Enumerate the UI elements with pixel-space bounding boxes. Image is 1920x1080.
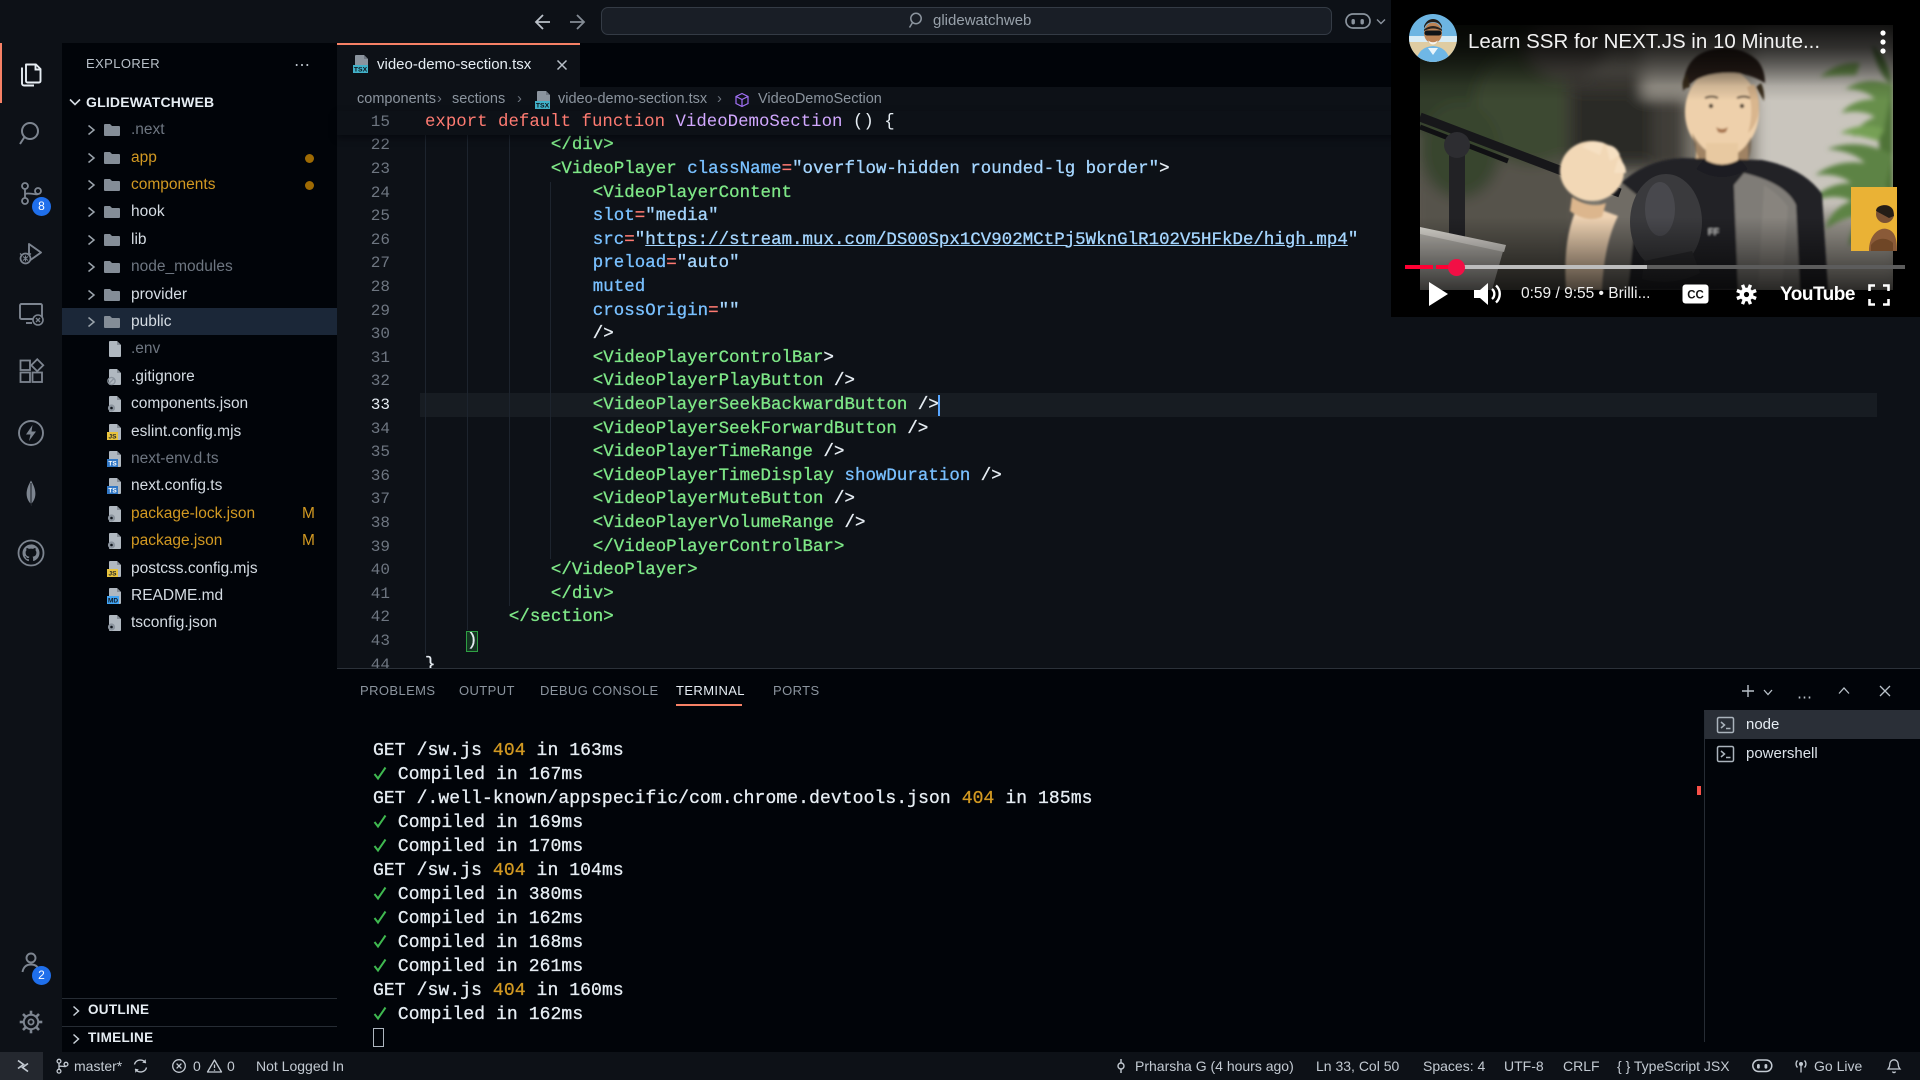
svg-text:TSX: TSX bbox=[536, 103, 550, 110]
svg-text:TS: TS bbox=[108, 461, 117, 468]
svg-text:MD: MD bbox=[108, 598, 118, 605]
svg-text:JS: JS bbox=[109, 570, 118, 577]
svg-text:JS: JS bbox=[109, 433, 118, 440]
svg-text:TSX: TSX bbox=[354, 67, 368, 74]
svg-text:TS: TS bbox=[108, 488, 117, 495]
svg-text:CC: CC bbox=[1687, 290, 1704, 302]
